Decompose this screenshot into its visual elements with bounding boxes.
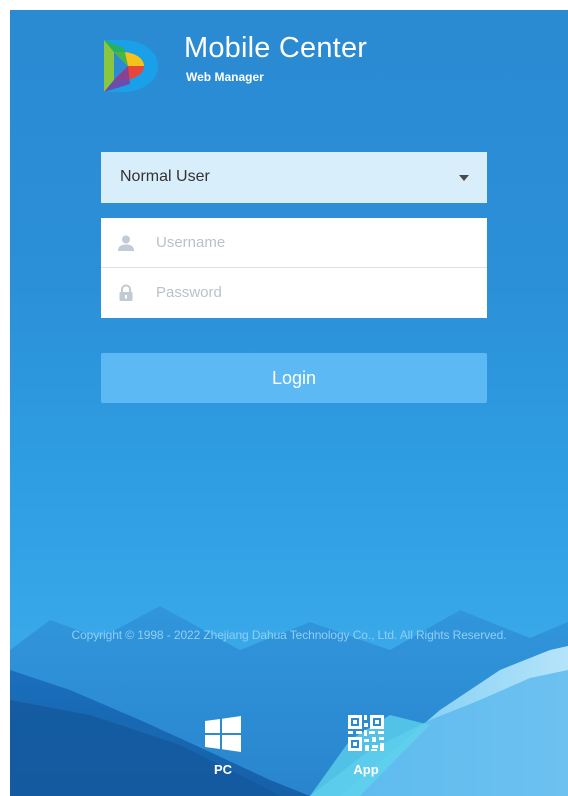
pc-download-link[interactable]: PC xyxy=(193,715,253,777)
user-type-value: Normal User xyxy=(120,168,210,185)
brand-subtitle: Web Manager xyxy=(186,70,264,84)
copyright-text: Copyright © 1998 - 2022 Zhejiang Dahua T… xyxy=(71,628,507,642)
login-screen: Mobile Center Web Manager Normal User Lo… xyxy=(10,10,568,796)
user-type-select[interactable]: Normal User xyxy=(101,152,487,203)
login-button[interactable]: Login xyxy=(101,353,487,403)
app-download-label: App xyxy=(353,762,379,777)
qr-code-icon xyxy=(348,715,384,751)
username-field-container xyxy=(101,218,487,268)
mountain-background xyxy=(10,606,568,796)
password-field-container xyxy=(101,268,487,318)
username-input[interactable] xyxy=(154,218,474,267)
caret-down-icon xyxy=(459,175,469,181)
brand-title: Mobile Center xyxy=(184,32,368,64)
pc-download-label: PC xyxy=(213,762,233,777)
app-download-link[interactable]: App xyxy=(336,713,396,777)
user-icon xyxy=(118,235,134,251)
windows-icon xyxy=(205,716,241,752)
dahua-d-logo-icon xyxy=(104,40,158,92)
lock-icon xyxy=(119,284,133,301)
password-input[interactable] xyxy=(154,268,474,317)
